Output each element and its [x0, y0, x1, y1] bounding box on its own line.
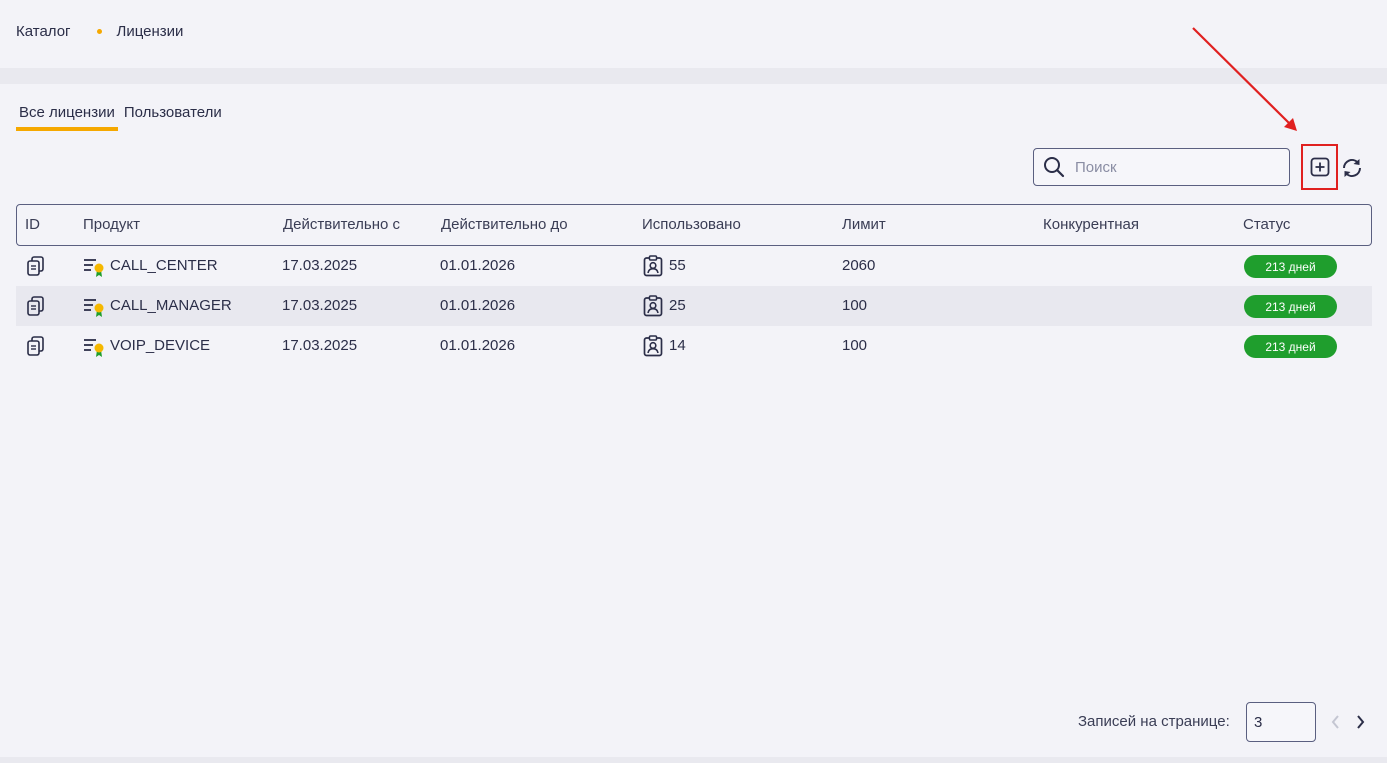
table-row[interactable]: CALL_CENTER 17.03.2025 01.01.2026 55 206…: [16, 246, 1372, 286]
license-icon: [84, 299, 104, 317]
breadcrumb-catalog[interactable]: Каталог: [16, 23, 71, 40]
product-name: CALL_CENTER: [110, 257, 218, 274]
copy-id-icon[interactable]: [27, 296, 45, 316]
plus-square-icon: [1310, 157, 1329, 177]
valid-from: 17.03.2025: [282, 257, 358, 274]
refresh-button[interactable]: [1340, 156, 1364, 180]
product-name: CALL_MANAGER: [110, 297, 232, 314]
user-badge-icon: [643, 335, 663, 357]
rows-per-page-label: Записей на странице:: [1078, 713, 1230, 730]
column-header-limit[interactable]: Лимит: [842, 216, 886, 233]
used-count: 55: [669, 257, 686, 274]
tab-users[interactable]: Пользователи: [121, 102, 225, 131]
used-count: 14: [669, 337, 686, 354]
valid-to: 01.01.2026: [440, 297, 516, 314]
next-page-icon[interactable]: [1354, 714, 1366, 730]
column-header-status[interactable]: Статус: [1243, 216, 1290, 233]
column-header-used[interactable]: Использовано: [642, 216, 741, 233]
rows-per-page-input[interactable]: [1246, 702, 1316, 742]
limit-value: 2060: [842, 257, 876, 274]
column-header-valid-to[interactable]: Действительно до: [441, 216, 568, 233]
column-header-concurrent[interactable]: Конкурентная: [1043, 216, 1139, 233]
valid-to: 01.01.2026: [440, 337, 516, 354]
valid-to: 01.01.2026: [440, 257, 516, 274]
valid-from: 17.03.2025: [282, 337, 358, 354]
copy-id-icon[interactable]: [27, 256, 45, 276]
tab-all-licenses[interactable]: Все лицензии: [16, 102, 118, 131]
breadcrumb-current: Лицензии: [116, 23, 184, 40]
search-box: [1033, 148, 1290, 186]
breadcrumb-separator: [96, 29, 102, 34]
user-badge-icon: [643, 255, 663, 277]
tab-bar: Все лицензии Пользователи: [16, 102, 225, 131]
breadcrumb: Каталог Лицензии: [16, 23, 183, 40]
valid-from: 17.03.2025: [282, 297, 358, 314]
license-icon: [84, 339, 104, 357]
add-license-button[interactable]: [1301, 144, 1338, 190]
license-icon: [84, 259, 104, 277]
search-input[interactable]: [1073, 157, 1277, 177]
table-row[interactable]: VOIP_DEVICE 17.03.2025 01.01.2026 14 100…: [16, 326, 1372, 366]
column-header-valid-from[interactable]: Действительно с: [283, 216, 400, 233]
limit-value: 100: [842, 297, 868, 314]
copy-id-icon[interactable]: [27, 336, 45, 356]
status-badge: 213 дней: [1244, 295, 1337, 318]
limit-value: 100: [842, 337, 868, 354]
status-badge: 213 дней: [1244, 335, 1337, 358]
user-badge-icon: [643, 295, 663, 317]
page-header: Каталог Лицензии: [0, 0, 1387, 68]
header-divider: [0, 68, 1387, 84]
table-row[interactable]: CALL_MANAGER 17.03.2025 01.01.2026 25 10…: [16, 286, 1372, 326]
column-header-id[interactable]: ID: [25, 216, 40, 233]
column-header-product[interactable]: Продукт: [83, 216, 140, 233]
prev-page-icon[interactable]: [1330, 714, 1342, 730]
footer-divider: [0, 757, 1387, 763]
refresh-icon: [1343, 159, 1361, 177]
table-header: ID Продукт Действительно с Действительно…: [16, 204, 1372, 246]
search-icon: [1044, 157, 1065, 178]
used-count: 25: [669, 297, 686, 314]
product-name: VOIP_DEVICE: [110, 337, 211, 354]
status-badge: 213 дней: [1244, 255, 1337, 278]
